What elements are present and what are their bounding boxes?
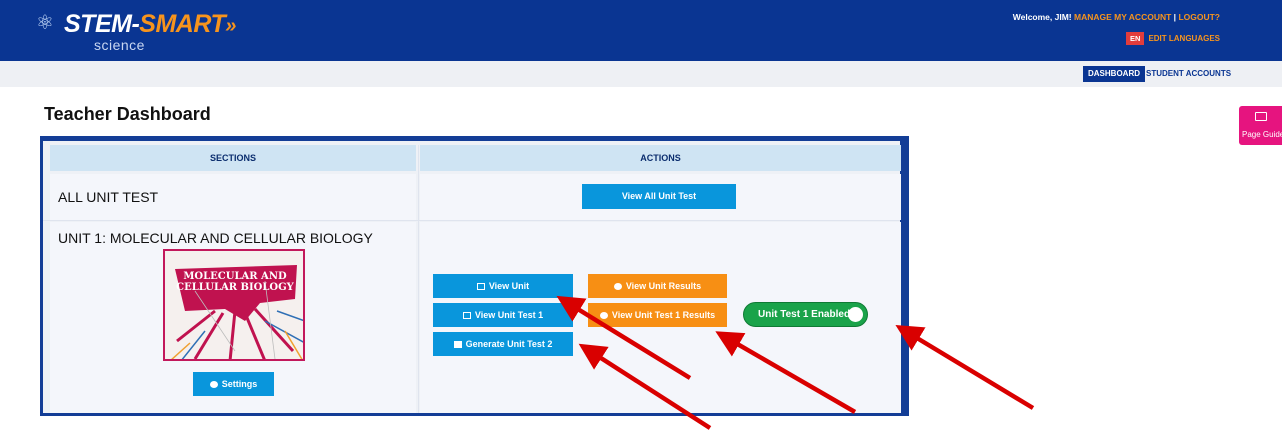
page-guide-button[interactable]: Page Guide [1239,106,1282,145]
gear-icon [209,381,218,388]
settings-button[interactable]: Settings [193,372,274,396]
header-separator: | [1173,12,1177,22]
document-icon [462,312,471,319]
settings-label: Settings [221,379,258,389]
manage-account-link[interactable]: MANAGE MY ACCOUNT [1074,12,1171,22]
column-header-sections: SECTIONS [50,145,416,171]
view-unit-test-1-results-label: View Unit Test 1 Results [611,310,716,320]
stem-smart-logo[interactable]: ⚛ STEM-SMART» science [36,9,236,55]
welcome-text: Welcome, JIM! [1012,12,1072,22]
unit-test-1-enabled-toggle[interactable]: Unit Test 1 Enabled [743,302,868,327]
column-header-actions: ACTIONS [420,145,901,171]
toggle-knob [848,307,863,322]
view-unit-test-1-button[interactable]: View Unit Test 1 [433,303,573,327]
logo-wordmark: STEM-SMART» [64,9,236,41]
unit-image-title: MOLECULAR AND CELLULAR BIOLOGY [176,271,294,293]
view-unit-button[interactable]: View Unit [433,274,573,298]
plus-square-icon [453,341,462,348]
language-bar: EN EDIT LANGUAGES [1126,30,1220,46]
view-unit-test-1-results-button[interactable]: View Unit Test 1 Results [588,303,727,327]
section-unit-1: UNIT 1: MOLECULAR AND CELLULAR BIOLOGY [58,230,373,246]
view-unit-results-button[interactable]: View Unit Results [588,274,727,298]
logout-link[interactable]: LOGOUT? [1178,12,1220,22]
logo-subtitle: science [94,37,145,53]
monitor-icon [1255,112,1267,121]
nav-student-accounts[interactable]: STUDENT ACCOUNTS [1141,66,1236,82]
view-all-unit-test-button[interactable]: View All Unit Test [582,184,736,209]
section-all-unit-test: ALL UNIT TEST [58,189,159,205]
view-unit-label: View Unit [488,281,530,291]
page-title: Teacher Dashboard [44,104,211,124]
pie-chart-icon [599,312,608,319]
nav-dashboard[interactable]: DASHBOARD [1083,66,1145,82]
row-divider [43,220,900,221]
unit-image-art [165,251,303,359]
logo-word-smart: SMART [139,10,226,38]
view-unit-results-label: View Unit Results [625,281,702,291]
pie-chart-icon [613,283,622,290]
column-divider [418,145,419,413]
unit-1-cover-image[interactable]: MOLECULAR AND CELLULAR BIOLOGY [163,249,305,361]
logo-chevrons: » [225,15,236,37]
language-badge[interactable]: EN [1126,31,1145,45]
atom-icon: ⚛ [36,12,54,34]
page-guide-label: Page Guide [1242,130,1282,139]
logo-word-stem: STEM- [64,10,140,38]
generate-unit-test-2-label: Generate Unit Test 2 [465,339,553,349]
image-icon [476,283,485,290]
view-unit-test-1-label: View Unit Test 1 [474,310,544,320]
generate-unit-test-2-button[interactable]: Generate Unit Test 2 [433,332,573,356]
toggle-label: Unit Test 1 Enabled [758,309,851,320]
annotation-arrow-4 [895,325,1035,410]
welcome-bar: Welcome, JIM! MANAGE MY ACCOUNT | LOGOUT… [1013,12,1220,22]
edit-languages-link[interactable]: EDIT LANGUAGES [1148,34,1220,43]
